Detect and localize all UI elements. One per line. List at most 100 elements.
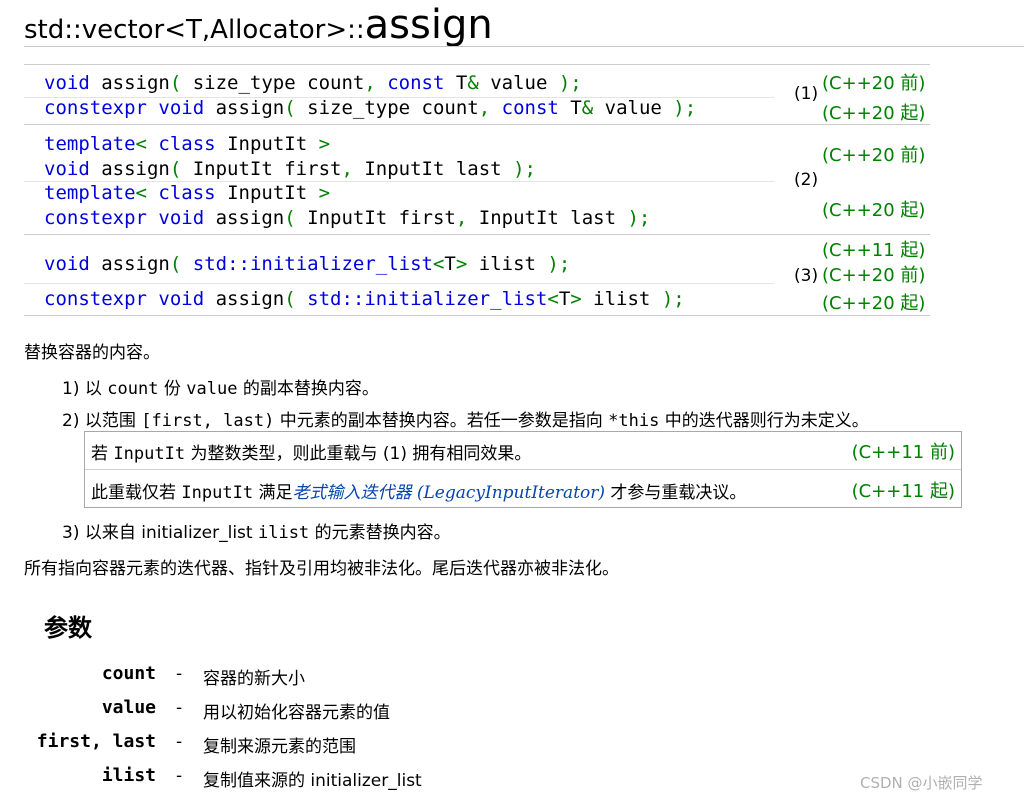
decl-1a: void assign( size_type count, const T& v…: [44, 72, 582, 94]
param-desc-first-last: 复制来源元素的范围: [203, 737, 356, 757]
item-3: 3) 以来自 initializer_list ilist 的元素替换内容。: [62, 518, 451, 543]
params-heading: 参数: [44, 614, 92, 642]
code-token: (: [169, 72, 182, 94]
code-token: <: [547, 288, 559, 310]
decl-version-1b: (C++20 起): [822, 103, 926, 124]
legacy-input-iterator-link[interactable]: 老式输入迭代器 (LegacyInputIterator): [292, 483, 605, 503]
decl-rule-bottom: [24, 315, 930, 316]
item-1-text-b: 份: [158, 379, 187, 399]
code-token: );: [513, 158, 536, 180]
decl-3b: constexpr void assign( std::initializer_…: [44, 288, 685, 310]
code-token: assign: [204, 207, 285, 229]
code-token: &: [581, 97, 594, 119]
code-token: void: [158, 97, 205, 119]
code-token: );: [661, 288, 685, 310]
code-token: (: [284, 97, 296, 119]
note-1-text-b: 为整数类型，则此重载与 (1) 拥有相同效果。: [185, 444, 532, 464]
item-3-code-ilist: ilist: [257, 523, 310, 543]
item-1-text-a: 以: [84, 379, 108, 399]
watermark: CSDN @小嵌同学: [860, 774, 983, 792]
note-2-text-b: 满足: [253, 483, 293, 503]
decl-version-2b: (C++20 起): [822, 200, 926, 221]
param-dash-count: -: [176, 664, 183, 684]
code-token: (: [284, 207, 296, 229]
code-token: ,: [341, 158, 353, 180]
version-note-box: 若 InputIt 为整数类型，则此重载与 (1) 拥有相同效果。 (C++11…: [84, 431, 962, 508]
code-token: assign: [204, 288, 285, 310]
decl-label-3: (3): [794, 266, 819, 286]
decl-version-3a-1: (C++11 起): [822, 240, 926, 261]
code-token: template: [44, 182, 136, 204]
decl-rule-2: [24, 234, 930, 235]
code-token: ,: [455, 207, 468, 229]
code-token: void: [44, 253, 90, 275]
item-2-text-b: 中元素的副本替换内容。若任一参数是指向: [274, 411, 609, 431]
decl-label-2: (2): [794, 170, 819, 190]
decl-rule-inner-3: [24, 283, 774, 284]
code-token: size_type count: [295, 97, 479, 119]
param-name-value: value: [101, 697, 156, 718]
note-2-text-a: 此重载仅若: [91, 483, 182, 503]
item-3-number: 3): [62, 523, 80, 543]
note-1-text-a: 若: [91, 444, 114, 464]
code-token: class: [158, 182, 216, 204]
code-token: assign: [89, 158, 170, 180]
code-token: size_type count: [181, 72, 365, 94]
decl-1b: constexpr void assign( size_type count, …: [44, 97, 696, 119]
decl-version-2a: (C++20 前): [822, 145, 926, 166]
title-prefix: std::vector<T,Allocator>::: [24, 15, 365, 45]
param-name-ilist: ilist: [101, 765, 156, 786]
param-dash-value: -: [176, 698, 183, 718]
code-token: T: [558, 288, 571, 310]
code-token: assign: [89, 253, 170, 275]
note-separator: [85, 469, 961, 470]
decl-2a-template: template< class InputIt >: [44, 133, 330, 155]
code-token: ilist: [581, 288, 662, 310]
decl-version-1a: (C++20 前): [822, 73, 926, 94]
code-token: >: [455, 253, 468, 275]
code-token: <: [432, 253, 445, 275]
code-token: InputIt first: [181, 158, 342, 180]
item-2-text-c: 中的迭代器则行为未定义。: [659, 411, 869, 431]
code-token: constexpr: [44, 97, 147, 119]
code-token: (: [169, 253, 182, 275]
page-title: std::vector<T,Allocator>::assign: [24, 2, 493, 48]
item-2-number: 2): [62, 411, 80, 431]
note-1-version: (C++11 前): [851, 442, 955, 463]
title-rule: [24, 46, 1024, 47]
code-token: void: [158, 288, 205, 310]
item-3-text-b: 的元素替换内容。: [309, 523, 451, 543]
summary-text: 替换容器的内容。: [24, 343, 160, 363]
code-token: ,: [364, 72, 376, 94]
code-token: >: [318, 182, 331, 204]
code-token: value: [593, 97, 674, 119]
code-token: );: [547, 253, 571, 275]
param-desc-value: 用以初始化容器元素的值: [203, 703, 390, 723]
code-token: <: [135, 133, 147, 155]
decl-rule-top: [24, 64, 930, 65]
item-2: 2) 以范围 [first, last) 中元素的副本替换内容。若任一参数是指向…: [62, 406, 869, 431]
note-1-code: InputIt: [113, 444, 186, 464]
code-token: std::initializer_list: [307, 288, 548, 310]
item-1-code-count: count: [107, 379, 159, 399]
item-2-text-a: 以范围: [84, 411, 142, 431]
item-1-code-value: value: [186, 379, 238, 399]
item-1-text-c: 的副本替换内容。: [237, 379, 379, 399]
code-token: constexpr: [44, 288, 147, 310]
code-token: void: [44, 72, 90, 94]
code-token: T: [558, 97, 582, 119]
code-token: &: [467, 72, 479, 94]
code-token: );: [627, 207, 651, 229]
code-token: const: [501, 97, 559, 119]
note-row-2: 此重载仅若 InputIt 满足老式输入迭代器 (LegacyInputIter…: [91, 478, 746, 503]
code-token: assign: [204, 97, 285, 119]
code-token: InputIt: [215, 182, 319, 204]
param-dash-ilist: -: [176, 766, 183, 786]
